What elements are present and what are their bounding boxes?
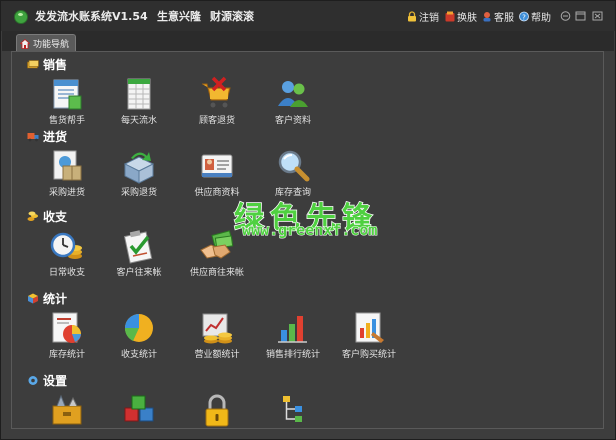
nav-item-label: 采购退货 <box>120 188 157 198</box>
truck-icon <box>27 133 39 142</box>
navigation-panel: 销售 售货帮手 每天流水 顾客退货 客户资料 进货 采购进货 采购退货 供应商资… <box>11 51 604 429</box>
coins-icon <box>27 211 38 221</box>
magnifier-icon <box>278 150 310 182</box>
nav-item-label: 供应商往来帐 <box>189 268 244 278</box>
logout-button[interactable]: 注销 <box>407 9 439 24</box>
section-settings-title: 设置 <box>43 374 68 388</box>
nav-item-stock-query[interactable]: 库存查询 <box>248 148 338 198</box>
nav-item-customer-purchase-stats[interactable]: 客户购买统计 <box>324 310 414 360</box>
app-window: 发发流水账系统V1.54 生意兴隆 财源滚滚 注销 换肤 客服 ? 帮助 功能导… <box>0 0 616 440</box>
toolbox-icon <box>52 394 82 425</box>
checklist-icon <box>123 230 153 264</box>
padlock-icon <box>205 394 229 427</box>
handshake-money-icon <box>200 230 234 259</box>
lock-icon <box>408 11 416 22</box>
help-button[interactable]: ? 帮助 <box>519 9 551 24</box>
nav-item-supplier-account[interactable]: 供应商往来帐 <box>172 228 262 278</box>
minimize-icon[interactable] <box>560 11 571 21</box>
service-icon <box>483 12 491 22</box>
tab-strip <box>2 31 614 51</box>
section-stats-header: 统计 <box>27 290 67 307</box>
change-skin-button[interactable]: 换肤 <box>445 9 477 24</box>
customer-service-label: 客服 <box>494 13 514 24</box>
report-chart-icon <box>355 312 384 343</box>
box-return-icon <box>123 152 155 184</box>
svg-text:?: ? <box>522 14 526 22</box>
section-finance-header: 收支 <box>27 208 67 225</box>
nav-item-label: 客户往来帐 <box>116 268 162 278</box>
section-settings-header: 设置 <box>27 372 67 389</box>
nav-item-customer-info[interactable]: 客户资料 <box>248 76 338 126</box>
customer-service-button[interactable]: 客服 <box>482 9 514 24</box>
section-purchase-header: 进货 <box>27 128 67 145</box>
nav-item-label: 收支统计 <box>120 350 157 360</box>
skin-icon <box>445 11 455 22</box>
tab-label: 功能导航 <box>33 40 70 50</box>
blocks-icon <box>124 395 154 422</box>
close-icon[interactable] <box>592 11 603 21</box>
section-stats-title: 统计 <box>43 292 68 306</box>
nav-item-settings-products[interactable] <box>94 392 184 428</box>
nav-item-purchase-return[interactable]: 采购退货 <box>94 148 184 198</box>
maximize-icon[interactable] <box>575 11 586 21</box>
help-icon: ? <box>519 11 529 22</box>
nav-item-label: 库存查询 <box>274 188 311 198</box>
help-label: 帮助 <box>531 13 551 24</box>
slogan-right: 财源滚滚 <box>210 10 254 23</box>
nav-item-finance-stats[interactable]: 收支统计 <box>94 310 184 360</box>
section-sales-title: 销售 <box>43 58 68 72</box>
home-icon <box>20 38 30 49</box>
section-finance-title: 收支 <box>43 210 68 224</box>
slogan-left: 生意兴隆 <box>157 10 201 23</box>
id-card-icon <box>201 154 233 178</box>
nav-item-customer-account[interactable]: 客户往来帐 <box>94 228 184 278</box>
logout-label: 注销 <box>419 13 439 24</box>
pie-chart-icon <box>124 314 153 342</box>
gear-icon <box>28 376 38 385</box>
title-bar: 发发流水账系统V1.54 生意兴隆 财源滚滚 注销 换肤 客服 ? 帮助 <box>1 1 615 31</box>
tree-structure-icon <box>283 396 302 422</box>
chart-coins-icon <box>202 313 232 344</box>
nav-item-label: 客户购买统计 <box>341 350 396 360</box>
section-purchase-title: 进货 <box>43 130 68 144</box>
bar-chart-icon <box>278 316 307 343</box>
cube-icon <box>28 293 38 304</box>
clock-coins-icon <box>50 232 82 259</box>
nav-item-daily-ledger[interactable]: 每天流水 <box>94 76 184 126</box>
cart-return-icon <box>202 76 231 108</box>
users-icon <box>278 81 308 107</box>
change-skin-label: 换肤 <box>457 13 477 24</box>
app-logo-icon <box>14 10 28 24</box>
spreadsheet-icon <box>127 78 151 110</box>
nav-item-settings-structure[interactable] <box>248 392 338 428</box>
section-sales-header: 销售 <box>27 56 67 73</box>
nav-item-label: 每天流水 <box>120 116 157 126</box>
cash-icon <box>27 60 39 69</box>
sales-helper-icon <box>53 79 82 110</box>
app-title: 发发流水账系统V1.54 <box>35 10 148 23</box>
report-pie-icon <box>52 312 81 343</box>
purchase-box-icon <box>53 150 82 181</box>
nav-item-label: 客户资料 <box>274 116 311 126</box>
tab-function-navigation[interactable]: 功能导航 <box>16 34 76 52</box>
